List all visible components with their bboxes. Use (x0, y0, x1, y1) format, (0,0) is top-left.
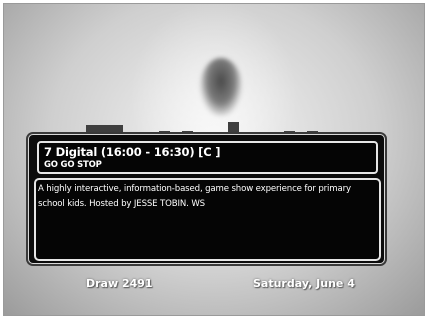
program-description: A highly interactive, information-based,… (38, 184, 351, 209)
program-title: GO GO STOP (44, 160, 102, 170)
draw-date: Saturday, June 4 (253, 277, 355, 290)
program-description-box: A highly interactive, information-based,… (34, 178, 381, 261)
program-info-panel: 7 Digital (16:00 - 16:30) [C ] GO GO STO… (28, 134, 385, 264)
draw-number: Draw 2491 (86, 277, 153, 290)
program-header-box: 7 Digital (16:00 - 16:30) [C ] GO GO STO… (37, 141, 378, 174)
program-channel-time: 7 Digital (16:00 - 16:30) [C ] (44, 145, 221, 159)
